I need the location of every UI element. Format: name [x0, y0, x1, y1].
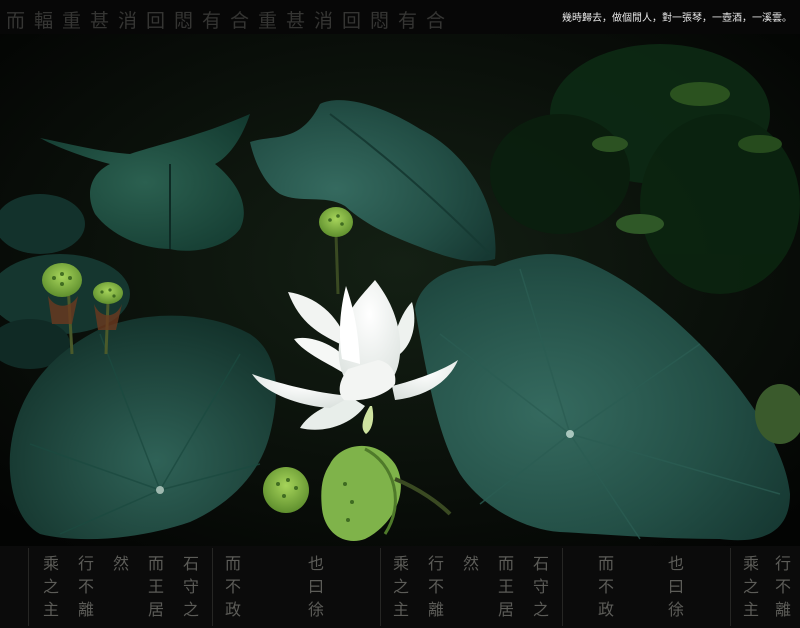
calligraphy-column: 也曰徐 [307, 554, 324, 619]
poem-caption: 幾時歸去，做個閒人，對一張琴，一壺酒，一溪雲。 [562, 13, 792, 24]
calligraphy-column: 然 [462, 554, 479, 573]
calligraphy-column: 而王居 [147, 554, 164, 619]
lotus-photo [0, 34, 800, 546]
background-calligraphy: 而輻重甚消回悶有合重甚消回悶有合 [6, 10, 455, 32]
calligraphy-column: 行不離 [427, 554, 444, 619]
calligraphy-column: 而王居 [497, 554, 514, 619]
calligraphy-column: 行不離 [774, 554, 791, 619]
calligraphy-column: 也曰徐 [667, 554, 684, 619]
top-calligraphy-band: 而輻重甚消回悶有合重甚消回悶有合 幾時歸去，做個閒人，對一張琴，一壺酒，一溪雲。 [0, 0, 800, 34]
calligraphy-column: 而不政 [224, 554, 241, 619]
calligraphy-column: 而不政 [597, 554, 614, 619]
calligraphy-column: 乘之主 [742, 554, 759, 619]
calligraphy-column: 然 [112, 554, 129, 573]
calligraphy-column: 石守之 [532, 554, 549, 619]
artwork-frame: 而輻重甚消回悶有合重甚消回悶有合 幾時歸去，做個閒人，對一張琴，一壺酒，一溪雲。 [0, 0, 800, 628]
calligraphy-column: 行不離 [77, 554, 94, 619]
bottom-calligraphy-band: 乘之主 行不離 然 而王居 石守之 而不政 也曰徐 乘之主 行不離 然 而王居 … [0, 546, 800, 628]
calligraphy-column: 乘之主 [42, 554, 59, 619]
calligraphy-column: 石守之 [182, 554, 199, 619]
calligraphy-column: 乘之主 [392, 554, 409, 619]
